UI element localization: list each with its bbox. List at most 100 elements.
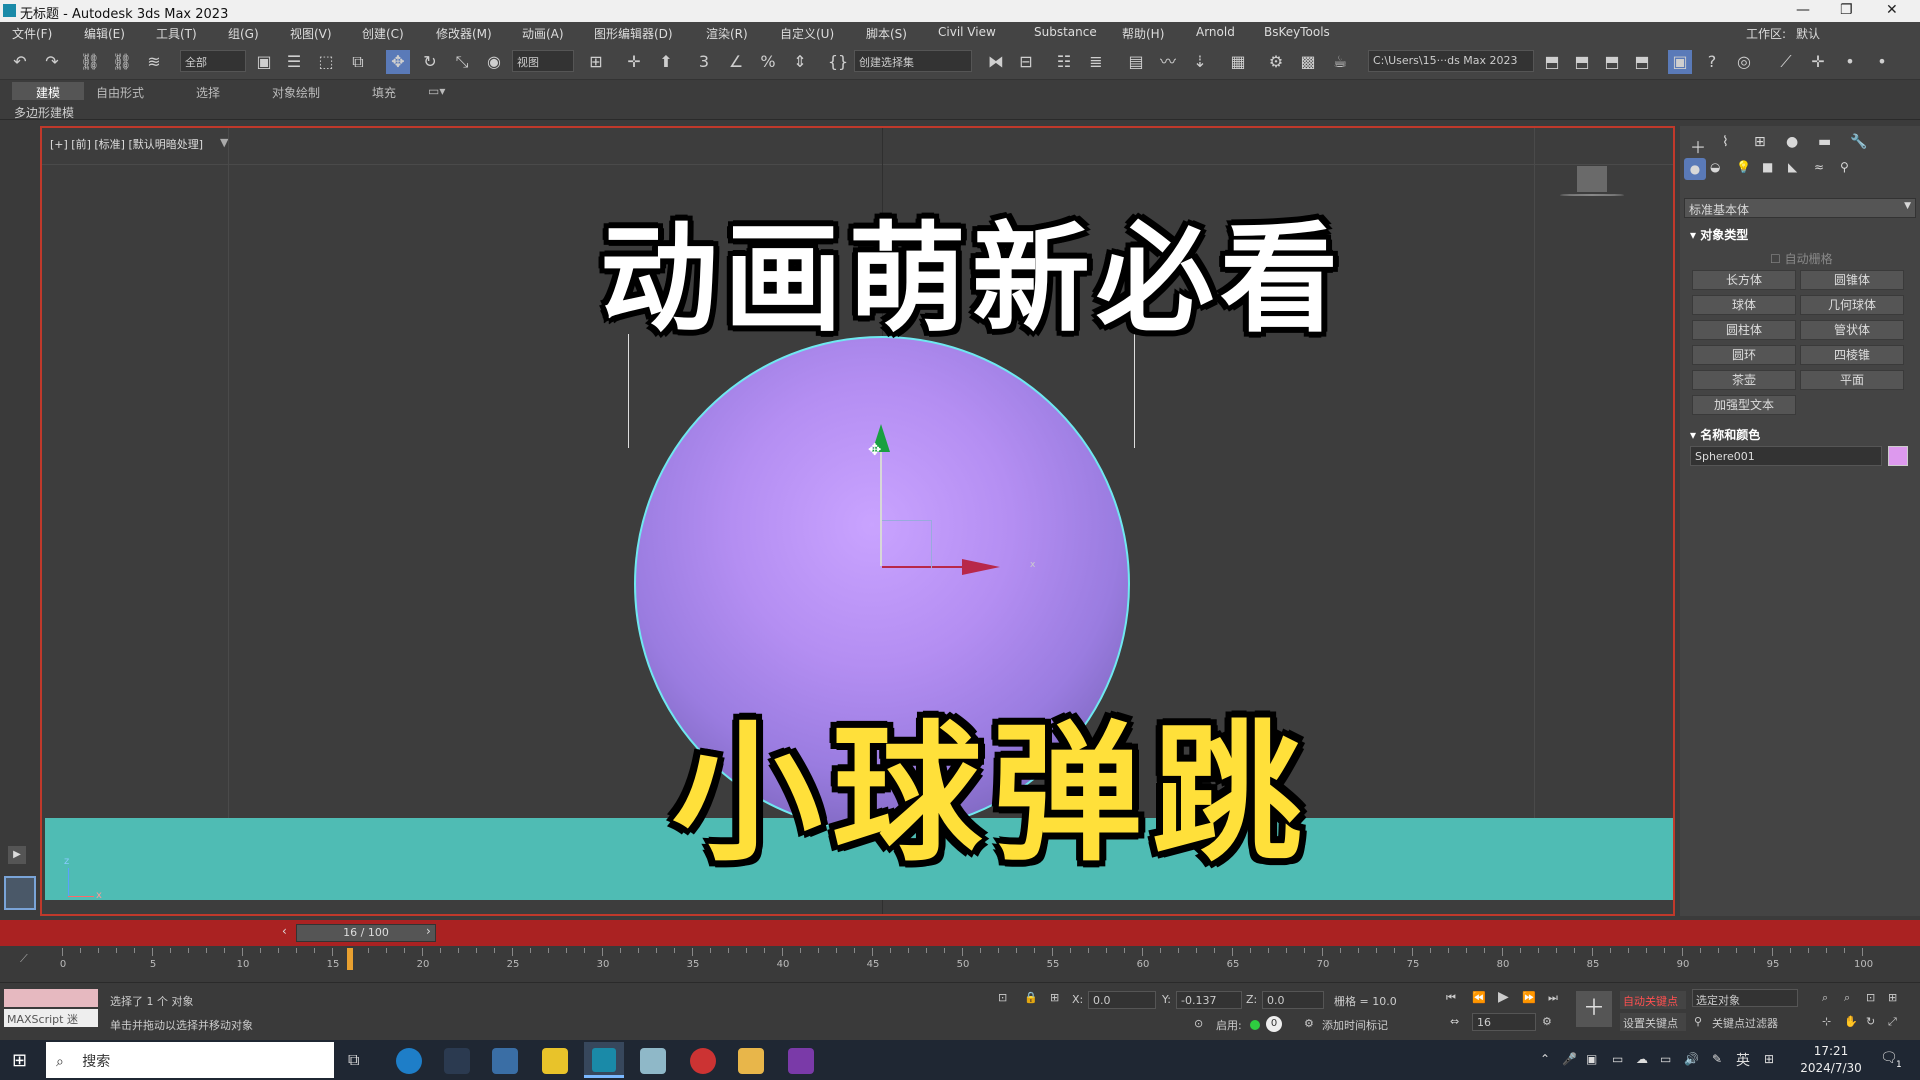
zoom-all-icon[interactable]: ⌕	[1844, 991, 1850, 1005]
ribbon-toggle-icon[interactable]: ▤	[1124, 50, 1148, 74]
torus-button[interactable]: 圆环	[1692, 345, 1796, 365]
dot-icon-2[interactable]: •	[1870, 50, 1894, 74]
lights-icon[interactable]: 💡	[1736, 160, 1751, 174]
percent-snap-icon[interactable]: %	[756, 50, 780, 74]
ribbon-options-icon[interactable]: ▭▾	[428, 84, 445, 98]
tube-button[interactable]: 管状体	[1800, 320, 1904, 340]
project-icon-4[interactable]: ⬒	[1630, 50, 1654, 74]
selection-lock-icon[interactable]: 🔒	[1024, 991, 1038, 1004]
task-view-icon[interactable]: ⧉	[348, 1050, 359, 1070]
project-icon-1[interactable]: ⬒	[1540, 50, 1564, 74]
angle-snap-icon[interactable]: ∠	[724, 50, 748, 74]
menu-graph-editors[interactable]: 图形编辑器(D)	[594, 25, 673, 42]
next-key-icon[interactable]: ⏩	[1522, 991, 1536, 1004]
close-icon[interactable]: ✕	[1886, 2, 1898, 18]
menu-rendering[interactable]: 渲染(R)	[706, 25, 748, 42]
minimize-icon[interactable]: —	[1796, 2, 1810, 18]
tab-modeling[interactable]: 建模	[36, 84, 60, 101]
set-key-button[interactable]: 设置关键点	[1620, 1013, 1686, 1031]
current-frame-field[interactable]: 16	[1472, 1013, 1536, 1031]
tab-polygon-modeling[interactable]: 多边形建模	[14, 104, 74, 121]
maxscript-listener-pink[interactable]	[4, 989, 98, 1007]
pyramid-button[interactable]: 四棱锥	[1800, 345, 1904, 365]
3dsmax-taskbar-button[interactable]	[584, 1042, 624, 1078]
selection-filter-dropdown[interactable]: 全部	[180, 50, 246, 72]
z-coordinate-field[interactable]: 0.0	[1262, 991, 1324, 1009]
select-scale-icon[interactable]: ⤡	[450, 50, 474, 74]
sphere-button[interactable]: 球体	[1692, 295, 1796, 315]
player-icon[interactable]	[542, 1048, 568, 1074]
menu-help[interactable]: 帮助(H)	[1122, 25, 1164, 42]
taskbar-search-box[interactable]: ⌕ 搜索	[46, 1042, 334, 1078]
app-icon-2[interactable]	[640, 1048, 666, 1074]
schematic-view-icon[interactable]: ⇣	[1188, 50, 1212, 74]
field-of-view-icon[interactable]: ⊹	[1822, 1015, 1831, 1028]
unlink-icon[interactable]: ⛓	[110, 50, 134, 74]
next-frame-icon[interactable]: ›	[426, 924, 431, 938]
autogrid-checkbox[interactable]: ☐ 自动栅格	[1770, 250, 1833, 267]
motion-tab-icon[interactable]: ●	[1786, 134, 1798, 150]
menu-view[interactable]: 视图(V)	[290, 25, 332, 42]
tab-populate[interactable]: 填充	[372, 84, 396, 101]
menu-create[interactable]: 创建(C)	[362, 25, 404, 42]
tray-overflow-icon[interactable]: ⌃	[1540, 1052, 1550, 1066]
file-explorer-icon[interactable]	[738, 1048, 764, 1074]
menu-civil-view[interactable]: Civil View	[938, 25, 996, 39]
curve-editor-mini-icon[interactable]: ⟋	[20, 952, 28, 966]
textplus-button[interactable]: 加强型文本	[1692, 395, 1796, 415]
keyboard-shortcut-override-icon[interactable]: ⬆	[654, 50, 678, 74]
viewport-front[interactable]: [+] [前] [标准] [默认明暗处理] ▼ ✥ x 动画萌新必看 小球弹跳 …	[40, 126, 1675, 916]
auto-key-button[interactable]: 自动关键点	[1620, 991, 1686, 1009]
viewcube-ring[interactable]	[1560, 194, 1624, 196]
object-name-field[interactable]: Sphere001	[1690, 446, 1882, 466]
time-tag-icon[interactable]: ⚙	[1304, 1017, 1314, 1030]
menu-arnold[interactable]: Arnold	[1196, 25, 1235, 39]
transform-gizmo-icon[interactable]: ✛	[1806, 50, 1830, 74]
snaps-toggle-icon[interactable]: 3	[692, 50, 716, 74]
expand-layouts-icon[interactable]: ▶	[8, 846, 26, 864]
menu-modifiers[interactable]: 修改器(M)	[436, 25, 492, 42]
viewport-label[interactable]: [+] [前] [标准] [默认明暗处理]	[50, 136, 203, 152]
plane-button[interactable]: 平面	[1800, 370, 1904, 390]
rollout-name-color[interactable]: ▾ 名称和颜色	[1690, 426, 1760, 443]
ime-indicator[interactable]: 英	[1736, 1050, 1750, 1070]
workspace-select[interactable]: 默认	[1796, 25, 1820, 42]
align-icon[interactable]: ⊟	[1014, 50, 1038, 74]
enable-indicator[interactable]	[1250, 1020, 1260, 1030]
display-tab-icon[interactable]: ▬	[1818, 134, 1831, 150]
isolate-selection-icon[interactable]: ⊡	[998, 991, 1007, 1004]
project-path-dropdown[interactable]: C:\Users\15···ds Max 2023	[1368, 50, 1534, 72]
edge-icon[interactable]	[396, 1048, 422, 1074]
clock-date[interactable]: 2024/7/30	[1796, 1061, 1866, 1075]
pan-icon[interactable]: ✋	[1844, 1015, 1858, 1028]
maximize-viewport-icon[interactable]: ⤢	[1888, 1015, 1897, 1029]
goto-start-icon[interactable]: ⏮	[1446, 991, 1456, 1005]
object-color-swatch[interactable]	[1888, 446, 1908, 466]
rect-selection-icon[interactable]: ⬚	[314, 50, 338, 74]
selected-object-dropdown[interactable]: 选定对象	[1692, 989, 1798, 1007]
gizmo-xy-plane-handle[interactable]	[882, 520, 932, 568]
shapes-icon[interactable]: ◒	[1710, 160, 1720, 174]
steam-icon[interactable]	[444, 1048, 470, 1074]
battery-icon[interactable]: ▭	[1612, 1052, 1623, 1066]
clock-time[interactable]: 17:21	[1796, 1044, 1866, 1058]
dot-icon-1[interactable]: •	[1838, 50, 1862, 74]
time-config-icon[interactable]: ⚙	[1542, 1015, 1552, 1028]
prev-frame-icon[interactable]: ‹	[282, 924, 287, 938]
time-slider-handle[interactable]: 16 / 100	[296, 924, 436, 942]
search-commands-icon[interactable]: ◎	[1732, 50, 1756, 74]
tab-object-paint[interactable]: 对象绘制	[272, 84, 320, 101]
window-crossing-icon[interactable]: ⧉	[346, 50, 370, 74]
brush-icon[interactable]: ⟋	[1774, 50, 1798, 74]
viewcube[interactable]	[1577, 166, 1607, 192]
menu-edit[interactable]: 编辑(E)	[84, 25, 125, 42]
undo-icon[interactable]: ↶	[8, 50, 32, 74]
spacewarps-icon[interactable]: ≈	[1814, 160, 1824, 174]
play-icon[interactable]: ▶	[1498, 989, 1509, 1005]
menu-customize[interactable]: 自定义(U)	[780, 25, 834, 42]
set-key-big-icon[interactable]: ＋	[1576, 991, 1612, 1027]
add-time-tag[interactable]: 添加时间标记	[1322, 1017, 1388, 1033]
systems-icon[interactable]: ⚲	[1840, 160, 1849, 174]
select-manipulate-icon[interactable]: ✛	[622, 50, 646, 74]
menu-bskeytools[interactable]: BsKeyTools	[1264, 25, 1330, 39]
